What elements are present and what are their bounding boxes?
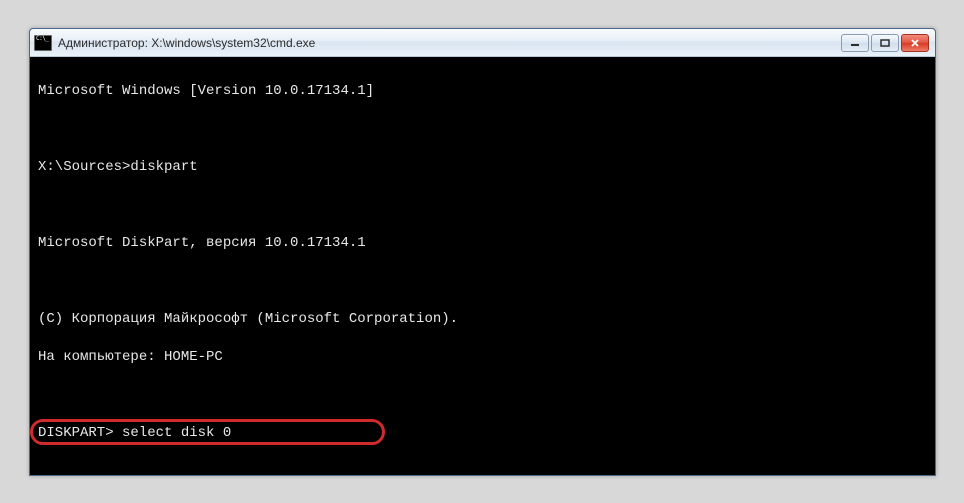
titlebar[interactable]: Администратор: X:\windows\system32\cmd.e… [30, 29, 935, 57]
prompt-line: X:\Sources>diskpart [38, 158, 927, 177]
cmd-window: Администратор: X:\windows\system32\cmd.e… [29, 28, 936, 476]
window-controls [841, 34, 929, 52]
diskpart-copyright: (C) Корпорация Майкрософт (Microsoft Cor… [38, 310, 927, 329]
prompt-cmd: diskpart [130, 159, 197, 175]
cmd-icon [34, 35, 52, 51]
banner-line: Microsoft Windows [Version 10.0.17134.1] [38, 82, 927, 101]
prompt-path: X:\Sources> [38, 159, 130, 175]
blank-line [38, 462, 927, 475]
blank-line [38, 386, 927, 405]
diskpart-prompt: DISKPART> [38, 425, 114, 441]
blank-line [38, 272, 927, 291]
window-title: Администратор: X:\windows\system32\cmd.e… [58, 36, 841, 50]
close-icon [910, 39, 920, 47]
diskpart-computer: На компьютере: HOME-PC [38, 348, 927, 367]
maximize-icon [880, 39, 890, 47]
desktop: Администратор: X:\windows\system32\cmd.e… [0, 0, 964, 503]
minimize-icon [850, 39, 860, 47]
diskpart-cmd: select disk 0 [122, 425, 231, 441]
maximize-button[interactable] [871, 34, 899, 52]
terminal-output[interactable]: Microsoft Windows [Version 10.0.17134.1]… [30, 57, 935, 475]
diskpart-prompt-line: DISKPART> select disk 0 [38, 424, 927, 443]
blank-line [38, 196, 927, 215]
diskpart-banner: Microsoft DiskPart, версия 10.0.17134.1 [38, 234, 927, 253]
blank-line [38, 120, 927, 139]
minimize-button[interactable] [841, 34, 869, 52]
close-button[interactable] [901, 34, 929, 52]
